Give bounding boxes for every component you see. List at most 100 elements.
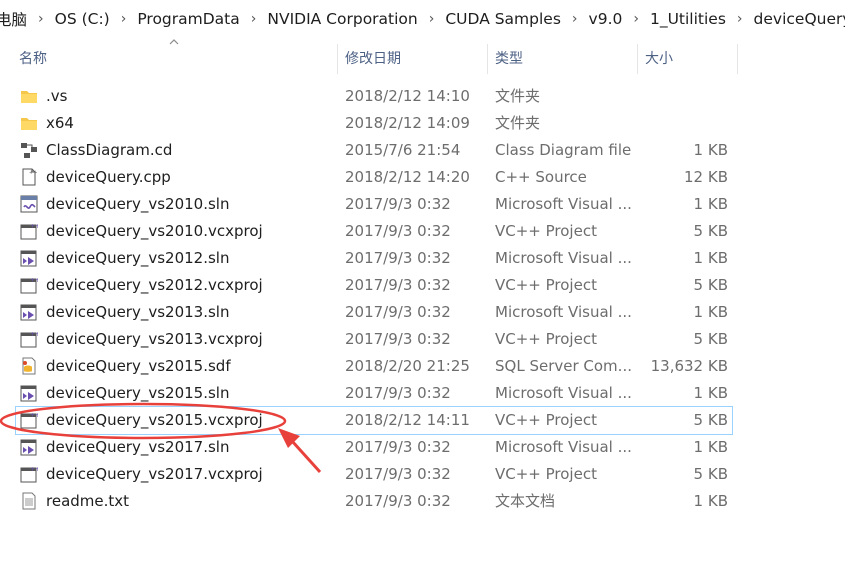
file-type: Microsoft Visual ... [495, 195, 632, 213]
file-size: 5 KB [693, 411, 728, 429]
file-size: 1 KB [693, 249, 728, 267]
file-type: Microsoft Visual ... [495, 303, 632, 321]
file-name: deviceQuery_vs2012.vcxproj [46, 276, 263, 294]
file-type: VC++ Project [495, 411, 597, 429]
file-row[interactable]: ++ deviceQuery_vs2010.vcxproj 2017/9/3 0:3… [0, 218, 732, 245]
column-divider[interactable] [337, 44, 338, 74]
folder-icon [20, 87, 38, 105]
vcxproj-icon: ++ [20, 222, 40, 240]
file-type: C++ Source [495, 168, 587, 186]
vs2010-solution-icon [20, 195, 38, 213]
file-size: 1 KB [693, 195, 728, 213]
file-row[interactable]: deviceQuery_vs2015.sdf 2018/2/20 21:25 SQL… [0, 353, 732, 380]
vs-solution-icon [20, 303, 38, 321]
file-row[interactable]: deviceQuery_vs2013.sln 2017/9/3 0:32 Micro… [0, 299, 732, 326]
breadcrumb-item[interactable]: 电脑 [0, 8, 31, 30]
file-row[interactable]: deviceQuery_vs2017.sln 2017/9/3 0:32 Micro… [0, 434, 732, 461]
svg-text:++: ++ [30, 466, 38, 473]
file-row[interactable]: x64 2018/2/12 14:09 文件夹 [0, 110, 732, 137]
file-type: 文件夹 [495, 114, 541, 132]
file-name: readme.txt [46, 492, 130, 510]
file-name: deviceQuery_vs2017.vcxproj [46, 465, 263, 483]
file-type: Microsoft Visual ... [495, 384, 632, 402]
file-type: SQL Server Com... [495, 357, 632, 375]
breadcrumb-chevron-icon[interactable]: › [565, 11, 585, 27]
svg-text:++: ++ [30, 412, 38, 419]
file-date: 2018/2/12 14:20 [345, 168, 470, 186]
file-row[interactable]: readme.txt 2017/9/3 0:32 文本文档 1 KB [0, 488, 732, 515]
column-header-size[interactable]: 大小 [645, 44, 673, 74]
file-date: 2017/9/3 0:32 [345, 249, 451, 267]
file-type: VC++ Project [495, 330, 597, 348]
breadcrumb-chevron-icon[interactable]: › [31, 11, 51, 27]
vcxproj-icon: ++ [20, 411, 40, 429]
file-name: deviceQuery_vs2012.sln [46, 249, 230, 267]
column-divider[interactable] [487, 44, 488, 74]
column-header-date[interactable]: 修改日期 [345, 44, 401, 74]
file-type: Microsoft Visual ... [495, 249, 632, 267]
svg-text:++: ++ [29, 170, 37, 176]
vcxproj-icon: ++ [20, 276, 40, 294]
breadcrumb-item[interactable]: 1_Utilities [646, 10, 730, 28]
file-date: 2017/9/3 0:32 [345, 492, 451, 510]
file-row[interactable]: ++ deviceQuery_vs2015.vcxproj 2018/2/12 14… [15, 406, 733, 435]
file-date: 2017/9/3 0:32 [345, 276, 451, 294]
file-name: deviceQuery_vs2013.sln [46, 303, 230, 321]
breadcrumb-chevron-icon[interactable]: › [244, 11, 264, 27]
file-size: 5 KB [693, 330, 728, 348]
file-name: deviceQuery_vs2010.vcxproj [46, 222, 263, 240]
file-date: 2017/9/3 0:32 [345, 465, 451, 483]
file-date: 2017/9/3 0:32 [345, 195, 451, 213]
column-divider[interactable] [637, 44, 638, 74]
folder-icon [20, 114, 38, 132]
breadcrumb-chevron-icon[interactable]: › [422, 11, 442, 27]
breadcrumb-item[interactable]: CUDA Samples [441, 10, 565, 28]
file-type: VC++ Project [495, 276, 597, 294]
file-row[interactable]: deviceQuery_vs2012.sln 2017/9/3 0:32 Micro… [0, 245, 732, 272]
vcxproj-icon: ++ [20, 330, 40, 348]
breadcrumb-chevron-icon[interactable]: › [114, 11, 134, 27]
file-date: 2018/2/12 14:09 [345, 114, 470, 132]
class-diagram-icon [20, 141, 38, 159]
file-row[interactable]: ++ deviceQuery_vs2012.vcxproj 2017/9/3 0:3… [0, 272, 732, 299]
column-divider[interactable] [737, 44, 738, 74]
breadcrumb-item[interactable]: ProgramData [133, 10, 243, 28]
file-date: 2017/9/3 0:32 [345, 384, 451, 402]
svg-text:++: ++ [30, 331, 38, 338]
column-header-type[interactable]: 类型 [495, 44, 523, 74]
file-row[interactable]: .vs 2018/2/12 14:10 文件夹 [0, 83, 732, 110]
breadcrumb-item[interactable]: OS (C:) [51, 10, 114, 28]
breadcrumb-chevron-icon[interactable]: › [730, 11, 750, 27]
file-size: 5 KB [693, 222, 728, 240]
file-row[interactable]: ++ deviceQuery_vs2013.vcxproj 2017/9/3 0:3… [0, 326, 732, 353]
breadcrumb-chevron-icon[interactable]: › [626, 11, 646, 27]
vs-solution-icon [20, 438, 38, 456]
file-type: VC++ Project [495, 465, 597, 483]
file-size: 1 KB [693, 492, 728, 510]
breadcrumb-item[interactable]: v9.0 [585, 10, 627, 28]
file-row[interactable]: ++ deviceQuery_vs2017.vcxproj 2017/9/3 0:3… [0, 461, 732, 488]
address-bar[interactable]: 电脑 › OS (C:) › ProgramData › NVIDIA Corporatio… [0, 0, 845, 38]
breadcrumb-item[interactable]: NVIDIA Corporation [263, 10, 421, 28]
file-name: ClassDiagram.cd [46, 141, 173, 159]
file-name: deviceQuery_vs2013.vcxproj [46, 330, 263, 348]
file-date: 2018/2/12 14:11 [345, 411, 470, 429]
file-row[interactable]: deviceQuery_vs2015.sln 2017/9/3 0:32 Micro… [0, 380, 732, 407]
file-date: 2018/2/12 14:10 [345, 87, 470, 105]
svg-text:++: ++ [30, 223, 38, 230]
file-date: 2018/2/20 21:25 [345, 357, 470, 375]
file-date: 2017/9/3 0:32 [345, 303, 451, 321]
file-name: deviceQuery_vs2017.sln [46, 438, 230, 456]
file-row[interactable]: ClassDiagram.cd 2015/7/6 21:54 Class Diagr… [0, 137, 732, 164]
file-name: deviceQuery_vs2015.sdf [46, 357, 231, 375]
file-size: 1 KB [693, 438, 728, 456]
file-type: Microsoft Visual ... [495, 438, 632, 456]
breadcrumb-item[interactable]: deviceQuery [750, 10, 845, 28]
column-header-name[interactable]: 名称 [19, 44, 47, 74]
file-type: Class Diagram file [495, 141, 632, 159]
file-date: 2015/7/6 21:54 [345, 141, 461, 159]
file-size: 12 KB [684, 168, 728, 186]
file-type: 文件夹 [495, 87, 541, 105]
file-row[interactable]: ++ deviceQuery.cpp 2018/2/12 14:20 C++ Sour… [0, 164, 732, 191]
file-row[interactable]: deviceQuery_vs2010.sln 2017/9/3 0:32 Micro… [0, 191, 732, 218]
